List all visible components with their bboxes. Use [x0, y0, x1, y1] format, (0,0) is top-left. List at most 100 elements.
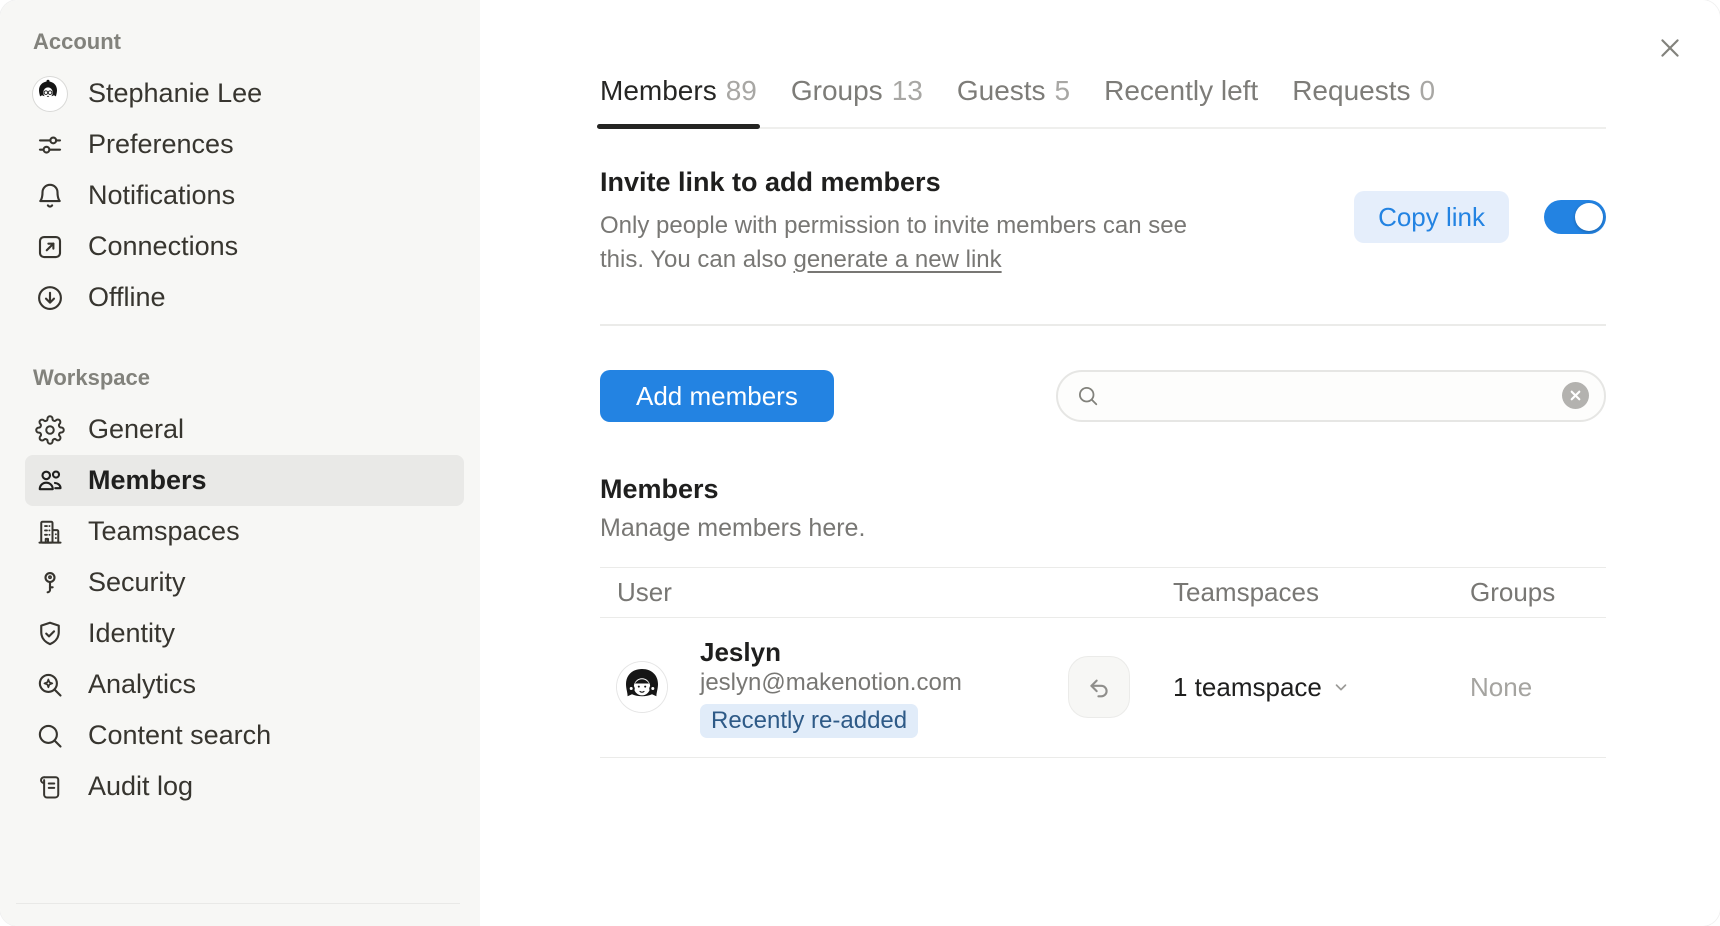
members-section-title: Members — [600, 472, 1606, 506]
member-search-input[interactable] — [1112, 372, 1550, 420]
sidebar-item-offline[interactable]: Offline — [33, 272, 464, 323]
settings-sidebar: Account Stephanie Lee Preferences — [0, 0, 480, 926]
sidebar-item-label: Teamspaces — [88, 516, 240, 547]
column-header-teamspaces: Teamspaces — [1158, 577, 1455, 608]
copy-link-button[interactable]: Copy link — [1354, 191, 1509, 243]
undo-button[interactable] — [1068, 656, 1130, 718]
search-sparkle-icon — [33, 668, 67, 702]
workspace-section-header: Workspace — [33, 366, 464, 390]
tab-label: Requests — [1292, 74, 1410, 108]
tab-count: 5 — [1055, 74, 1071, 108]
tab-label: Recently left — [1104, 74, 1258, 108]
sidebar-item-notifications[interactable]: Notifications — [33, 170, 464, 221]
tab-count: 0 — [1420, 74, 1436, 108]
sidebar-item-audit-log[interactable]: Audit log — [33, 761, 464, 812]
sidebar-item-analytics[interactable]: Analytics — [33, 659, 464, 710]
invite-link-section: Invite link to add members Only people w… — [600, 165, 1606, 277]
status-badge: Recently re-added — [700, 704, 918, 738]
sidebar-item-teamspaces[interactable]: Teamspaces — [33, 506, 464, 557]
toggle-knob — [1575, 203, 1603, 231]
teamspaces-dropdown[interactable]: 1 teamspace — [1158, 672, 1455, 703]
generate-new-link[interactable]: generate a new link — [793, 246, 1001, 273]
invite-link-title: Invite link to add members — [600, 165, 1212, 199]
tab-label: Groups — [791, 74, 883, 108]
members-table-header: User Teamspaces Groups — [600, 567, 1606, 618]
shield-check-icon — [33, 617, 67, 651]
download-circle-icon — [33, 281, 67, 315]
close-button[interactable] — [1650, 30, 1690, 70]
sidebar-item-profile[interactable]: Stephanie Lee — [33, 68, 464, 119]
chevron-down-icon — [1332, 678, 1350, 696]
tab-count: 89 — [726, 74, 757, 108]
sidebar-item-label: Notifications — [88, 180, 235, 211]
member-avatar — [617, 662, 667, 712]
search-icon — [1076, 384, 1100, 408]
sidebar-item-label: Analytics — [88, 669, 196, 700]
sidebar-item-identity[interactable]: Identity — [33, 608, 464, 659]
sidebar-item-label: Preferences — [88, 129, 234, 160]
members-table: User Teamspaces Groups Jeslyn jeslyn@mak… — [600, 567, 1606, 758]
sidebar-item-preferences[interactable]: Preferences — [33, 119, 464, 170]
search-icon — [33, 719, 67, 753]
sidebar-item-label: Connections — [88, 231, 238, 262]
invite-link-text: Invite link to add members Only people w… — [600, 165, 1212, 277]
sidebar-item-label: General — [88, 414, 184, 445]
sidebar-item-label: Security — [88, 567, 186, 598]
building-icon — [33, 515, 67, 549]
sidebar-item-members[interactable]: Members — [25, 455, 464, 506]
invite-link-toggle[interactable] — [1544, 200, 1606, 234]
undo-icon — [1085, 673, 1113, 701]
bell-icon — [33, 179, 67, 213]
sidebar-item-label: Audit log — [88, 771, 193, 802]
sidebar-item-connections[interactable]: Connections — [33, 221, 464, 272]
people-icon — [33, 464, 67, 498]
tab-count: 13 — [892, 74, 923, 108]
sidebar-item-security[interactable]: Security — [33, 557, 464, 608]
member-search-box[interactable] — [1056, 370, 1606, 422]
teamspaces-value: 1 teamspace — [1173, 672, 1322, 703]
undo-cell — [1051, 656, 1158, 718]
sidebar-item-general[interactable]: General — [33, 404, 464, 455]
add-members-button[interactable]: Add members — [600, 370, 834, 422]
workspace-nav-list: General Members Teamspaces Security — [33, 404, 464, 812]
members-settings-panel: Members 89 Groups 13 Guests 5 Recently l… — [480, 0, 1720, 926]
clear-x-icon — [1569, 389, 1582, 402]
sidebar-bottom-divider — [16, 903, 460, 905]
tab-requests[interactable]: Requests 0 — [1292, 74, 1435, 127]
gear-icon — [33, 413, 67, 447]
tab-recently-left[interactable]: Recently left — [1104, 74, 1258, 127]
tab-label: Guests — [957, 74, 1046, 108]
sidebar-item-label: Identity — [88, 618, 175, 649]
members-section-subtitle: Manage members here. — [600, 512, 1606, 544]
member-info: Jeslyn jeslyn@makenotion.com Recently re… — [700, 637, 962, 738]
members-tab-bar: Members 89 Groups 13 Guests 5 Recently l… — [600, 74, 1606, 129]
user-cell: Jeslyn jeslyn@makenotion.com Recently re… — [600, 637, 1051, 738]
sidebar-item-label: Content search — [88, 720, 271, 751]
member-actions-row: Add members — [600, 370, 1606, 422]
member-email: jeslyn@makenotion.com — [700, 668, 962, 697]
key-icon — [33, 566, 67, 600]
account-section-header: Account — [33, 30, 464, 54]
scroll-icon — [33, 770, 67, 804]
clear-search-button[interactable] — [1562, 382, 1589, 409]
account-nav-list: Stephanie Lee Preferences Notifications … — [33, 68, 464, 323]
invite-link-controls: Copy link — [1354, 191, 1606, 243]
divider — [600, 324, 1606, 326]
close-icon — [1657, 35, 1683, 66]
user-avatar — [33, 77, 67, 111]
tab-guests[interactable]: Guests 5 — [957, 74, 1070, 127]
member-name: Jeslyn — [700, 637, 962, 667]
settings-dialog: Account Stephanie Lee Preferences — [0, 0, 1720, 926]
column-header-groups: Groups — [1455, 577, 1606, 608]
column-header-user: User — [600, 577, 1158, 608]
sliders-icon — [33, 128, 67, 162]
groups-dropdown[interactable]: None — [1455, 672, 1606, 703]
sidebar-item-label: Members — [88, 465, 207, 496]
sidebar-item-content-search[interactable]: Content search — [33, 710, 464, 761]
table-row: Jeslyn jeslyn@makenotion.com Recently re… — [600, 618, 1606, 758]
tab-members[interactable]: Members 89 — [600, 74, 757, 127]
tab-label: Members — [600, 74, 717, 108]
tab-groups[interactable]: Groups 13 — [791, 74, 923, 127]
sidebar-item-label: Stephanie Lee — [88, 78, 262, 109]
external-link-icon — [33, 230, 67, 264]
